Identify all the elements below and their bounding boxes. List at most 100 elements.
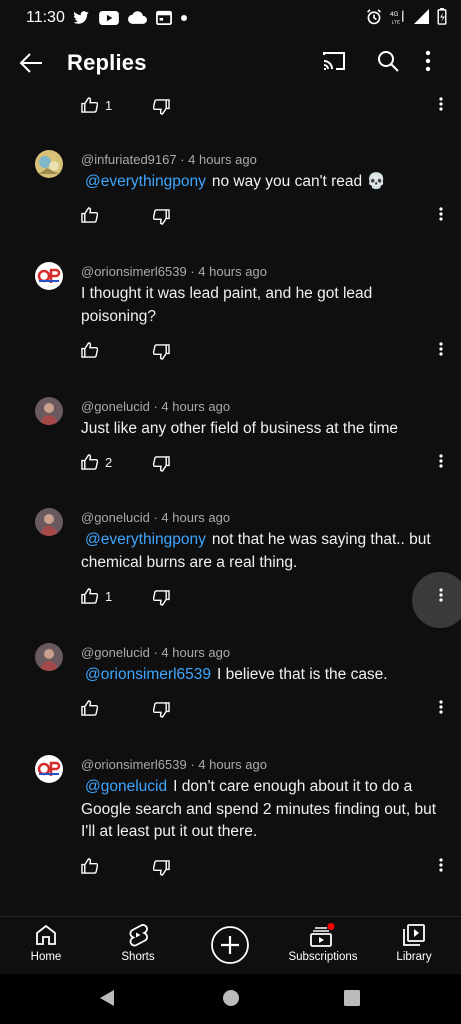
- comment-mention[interactable]: @everythingpony: [85, 531, 206, 548]
- comment-author[interactable]: @gonelucid: [81, 645, 150, 660]
- calendar-icon: [156, 10, 172, 25]
- comment-mention[interactable]: @gonelucid: [85, 778, 167, 795]
- notification-dot-icon: [181, 14, 187, 21]
- more-vert-icon: [439, 97, 443, 111]
- comment-text: I believe that is the case.: [217, 666, 388, 683]
- comment-text: I thought it was lead paint, and he got …: [81, 285, 373, 325]
- comment-author[interactable]: @infuriated9167: [81, 152, 177, 167]
- comment-time: 4 hours ago: [198, 757, 267, 772]
- comment-time: 4 hours ago: [161, 399, 231, 414]
- comment-menu-button[interactable]: [433, 97, 449, 117]
- nav-home-label: Home: [30, 951, 62, 963]
- cast-icon[interactable]: [322, 50, 346, 72]
- more-options-icon[interactable]: [425, 50, 431, 72]
- replies-list[interactable]: 1 @infuriated9167 · 4 hours ago @everyth…: [0, 90, 461, 916]
- comment-time: 4 hours ago: [161, 510, 231, 525]
- search-icon[interactable]: [376, 49, 400, 73]
- more-vert-icon: [439, 342, 443, 356]
- library-icon: [403, 924, 425, 946]
- thumbs-down-icon[interactable]: [153, 456, 170, 472]
- comment-menu-button[interactable]: [433, 207, 449, 227]
- nav-library[interactable]: Library: [390, 923, 438, 963]
- avatar[interactable]: [35, 262, 63, 290]
- nav-subscriptions-label: Subscriptions: [288, 951, 358, 963]
- system-navigation-bar: [0, 974, 461, 1024]
- youtube-icon: [99, 10, 119, 25]
- comment-menu-button[interactable]: [433, 342, 449, 362]
- avatar[interactable]: [35, 755, 63, 783]
- comment-menu-button[interactable]: [433, 588, 449, 608]
- more-vert-icon: [439, 700, 443, 714]
- comment-mention[interactable]: @everythingpony: [85, 173, 206, 190]
- thumbs-down-icon[interactable]: [153, 99, 170, 115]
- thumbs-up-icon: [81, 97, 98, 113]
- thumbs-down-icon[interactable]: [153, 209, 170, 225]
- create-button[interactable]: [210, 925, 250, 965]
- like-button[interactable]: 1: [81, 588, 112, 604]
- avatar[interactable]: [35, 397, 63, 425]
- thumbs-up-icon: [81, 207, 98, 223]
- status-time: 11:30: [26, 9, 65, 26]
- thumbs-down-icon[interactable]: [153, 702, 170, 718]
- nav-shorts[interactable]: Shorts: [114, 923, 162, 963]
- thumbs-down-icon[interactable]: [153, 344, 170, 360]
- like-button[interactable]: [81, 342, 105, 358]
- comment-time: 4 hours ago: [198, 264, 267, 279]
- back-arrow-icon[interactable]: [18, 50, 44, 76]
- add-circle-icon: [211, 926, 249, 964]
- shorts-icon: [129, 924, 148, 947]
- system-home-icon[interactable]: [222, 989, 240, 1007]
- thumbs-up-icon: [81, 858, 98, 874]
- comment-menu-button[interactable]: [433, 700, 449, 720]
- avatar[interactable]: [35, 150, 63, 178]
- twitter-icon: [73, 10, 89, 24]
- like-button[interactable]: 1: [81, 97, 112, 113]
- avatar[interactable]: [35, 508, 63, 536]
- like-button[interactable]: 2: [81, 454, 112, 470]
- like-button[interactable]: [81, 700, 105, 716]
- cloud-icon: [128, 11, 147, 24]
- nav-library-label: Library: [396, 951, 432, 963]
- comment-time: 4 hours ago: [188, 152, 257, 167]
- status-bar: 11:30 4G LTE: [0, 0, 461, 36]
- comment-menu-button[interactable]: [433, 454, 449, 474]
- 4g-lte-icon: 4GLTE: [390, 10, 404, 25]
- subscriptions-icon: [310, 923, 335, 947]
- bottom-navigation: Home Shorts Subscriptions Library: [0, 916, 461, 975]
- thumbs-up-icon: [81, 700, 98, 716]
- comment-text: Just like any other field of business at…: [81, 420, 399, 437]
- thumbs-down-icon[interactable]: [153, 860, 170, 876]
- comment-author[interactable]: @orionsimerl6539: [81, 264, 187, 279]
- nav-subscriptions[interactable]: Subscriptions: [284, 923, 362, 963]
- thumbs-up-icon: [81, 454, 98, 470]
- thumbs-up-icon: [81, 342, 98, 358]
- comment-menu-button[interactable]: [433, 858, 449, 878]
- home-icon: [36, 924, 56, 945]
- alarm-icon: [367, 8, 381, 24]
- comment-author[interactable]: @gonelucid: [81, 399, 150, 414]
- comment-author[interactable]: @gonelucid: [81, 510, 150, 525]
- system-recents-icon[interactable]: [343, 989, 361, 1007]
- more-vert-icon: [439, 858, 443, 872]
- more-vert-icon: [439, 454, 443, 468]
- system-back-icon[interactable]: [98, 989, 116, 1007]
- page-title: Replies: [67, 50, 147, 75]
- app-bar: Replies: [0, 36, 461, 90]
- nav-home[interactable]: Home: [22, 923, 70, 963]
- comment-mention[interactable]: @orionsimerl6539: [85, 666, 211, 683]
- like-button[interactable]: [81, 207, 105, 223]
- battery-icon: [437, 8, 447, 25]
- comment-author[interactable]: @orionsimerl6539: [81, 757, 187, 772]
- comment-text: no way you can't read 💀: [211, 173, 386, 190]
- nav-shorts-label: Shorts: [121, 951, 155, 963]
- avatar[interactable]: [35, 643, 63, 671]
- thumbs-up-icon: [81, 588, 98, 604]
- thumbs-down-icon[interactable]: [153, 590, 170, 606]
- like-count: 1: [105, 588, 113, 604]
- more-vert-icon: [439, 588, 443, 602]
- like-count: 2: [105, 454, 113, 470]
- like-count: 1: [105, 97, 113, 113]
- like-button[interactable]: [81, 858, 105, 874]
- svg-text:LTE: LTE: [392, 19, 400, 25]
- signal-icon: [414, 9, 429, 24]
